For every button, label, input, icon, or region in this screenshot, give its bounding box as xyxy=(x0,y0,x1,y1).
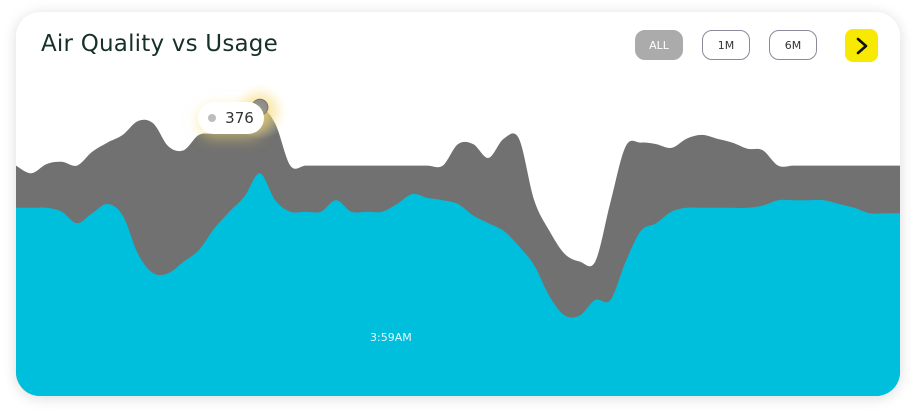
tooltip-dot xyxy=(208,114,217,122)
area-chart xyxy=(16,83,900,396)
chart-card: Air Quality vs Usage ALL 1M 6M 376 3:59A… xyxy=(16,12,900,396)
time-label: 3:59AM xyxy=(370,331,412,344)
tooltip-value: 376 xyxy=(225,109,254,127)
value-tooltip: 376 xyxy=(198,102,264,134)
